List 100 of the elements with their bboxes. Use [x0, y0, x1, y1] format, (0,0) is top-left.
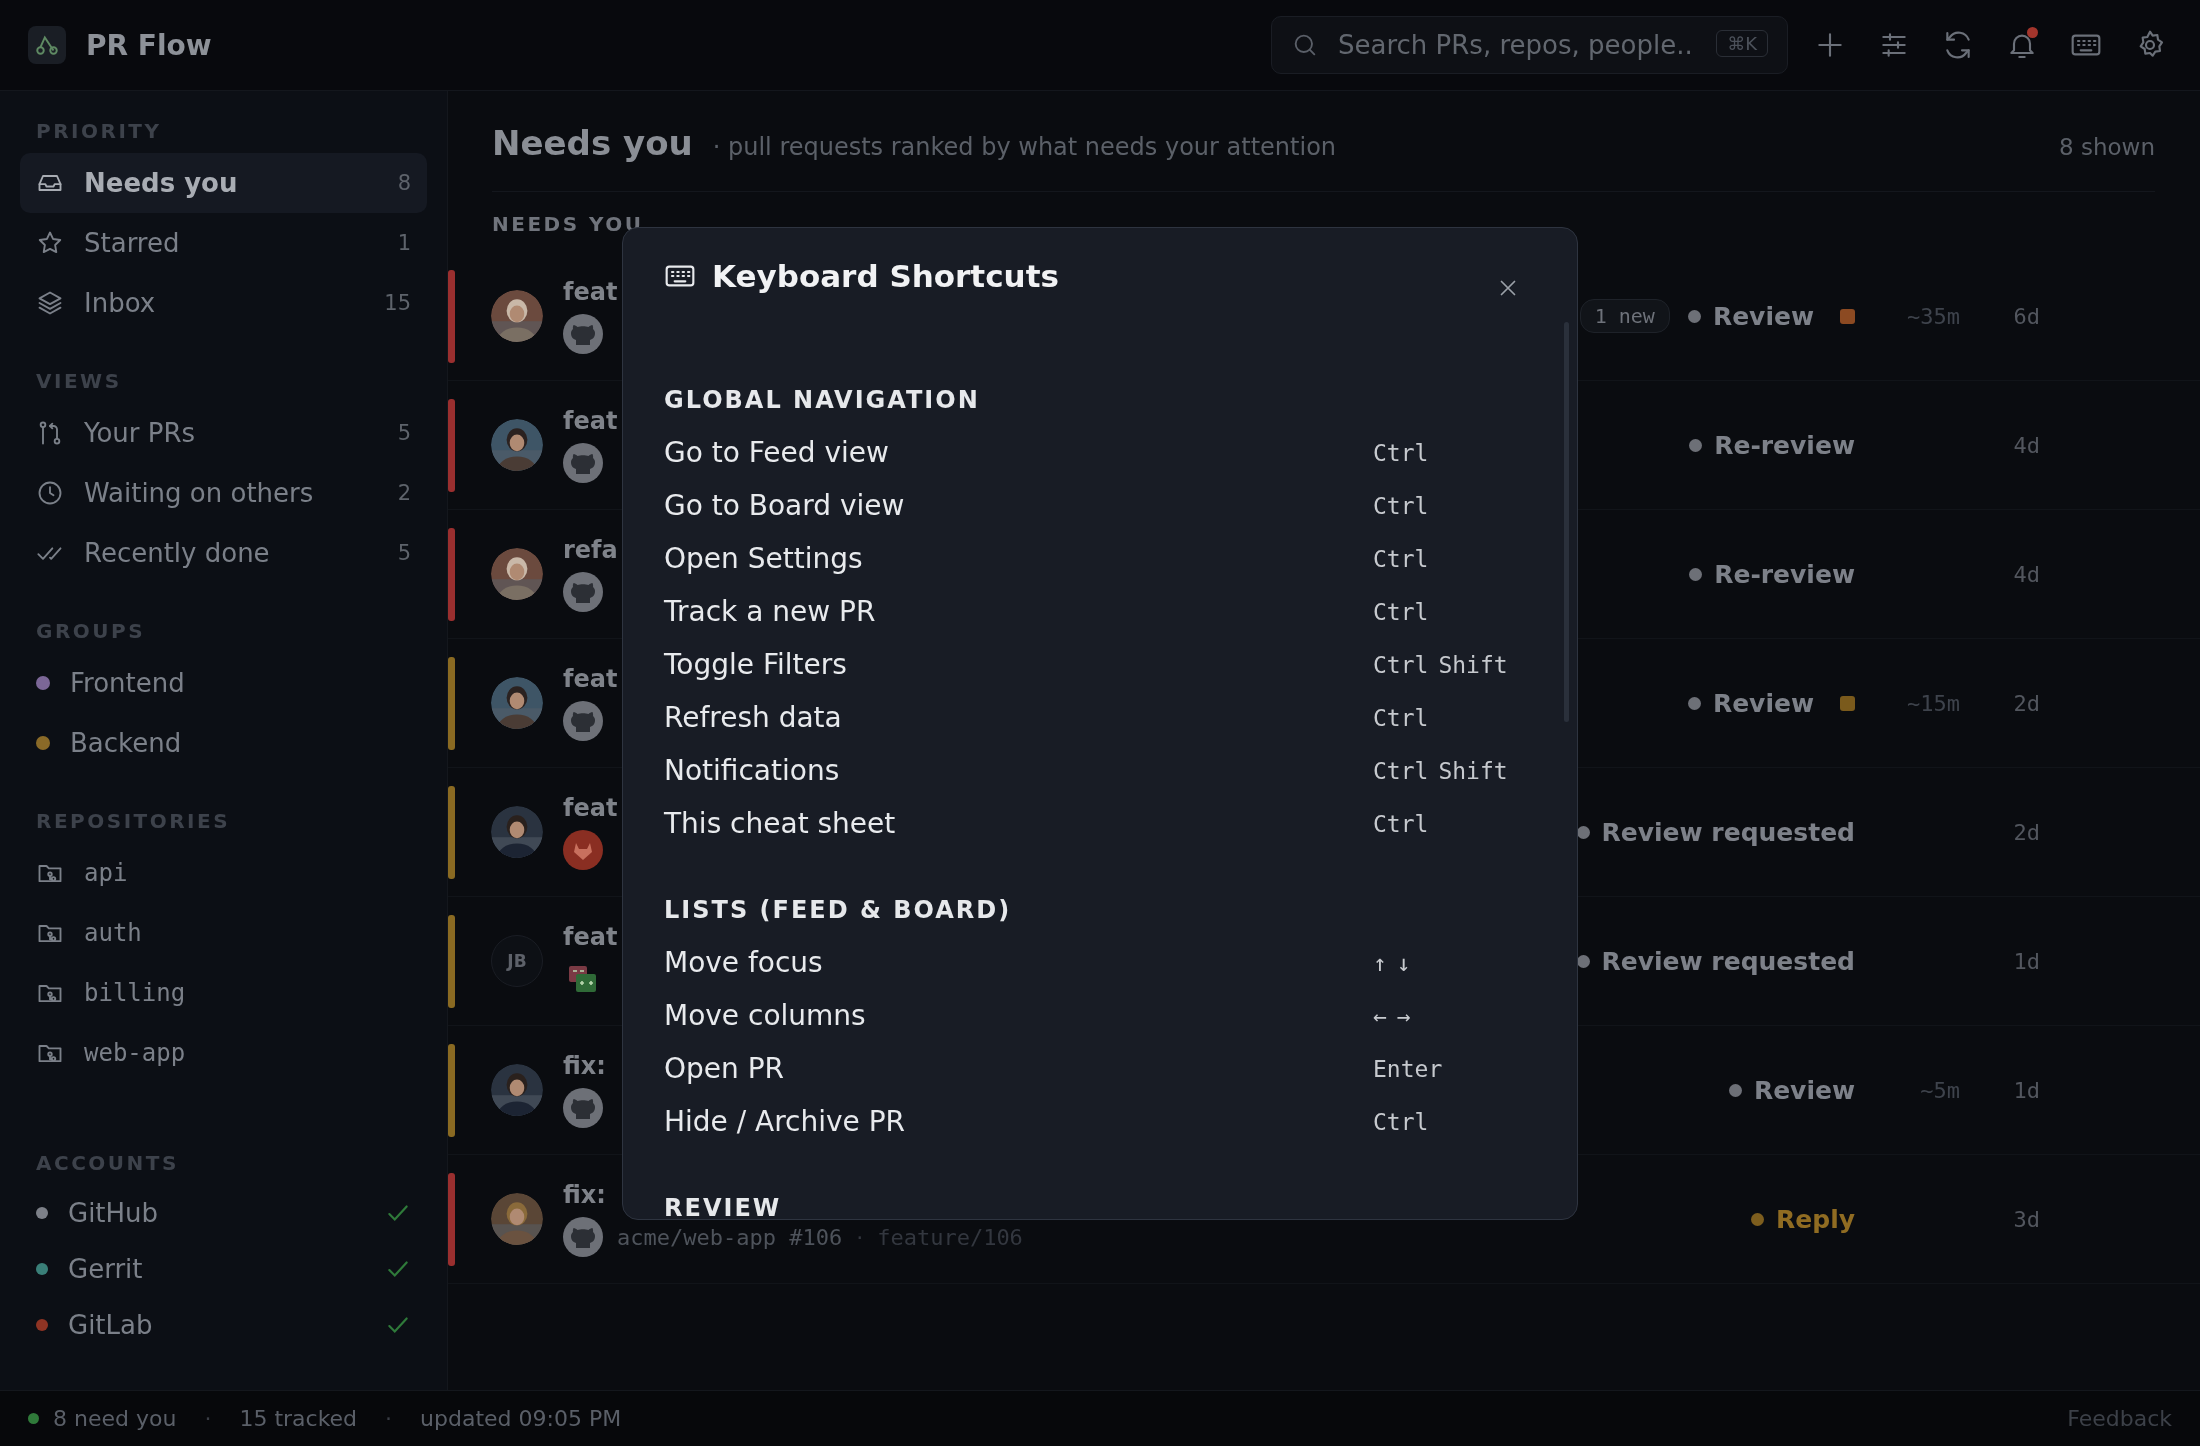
sidebar-item[interactable]: Recently done 5 — [20, 523, 427, 583]
pr-title[interactable]: feat — [563, 278, 618, 306]
item-count: 1 — [397, 231, 411, 255]
age: 4d — [2013, 561, 2040, 587]
status-label: Reply — [1776, 1204, 1855, 1234]
status-label: Review requested — [1601, 817, 1855, 847]
cat-icon — [563, 443, 603, 483]
item-count: 5 — [397, 421, 411, 445]
age: 1d — [2013, 948, 2040, 974]
age: 2d — [2013, 690, 2040, 716]
cat-icon — [563, 1217, 603, 1257]
fox-icon — [563, 830, 603, 870]
status-label: Review — [1712, 301, 1814, 331]
separator: · — [204, 1406, 212, 1431]
estimate: ~15m — [1907, 690, 1960, 716]
item-count: 2 — [397, 481, 411, 505]
status-label: Re-review — [1714, 430, 1855, 460]
logo-icon — [28, 26, 66, 64]
page-subtitle: · pull requests ranked by what needs your attention — [712, 133, 1337, 161]
sidebar-item[interactable]: Frontend — [20, 653, 427, 713]
key: ↑ — [1373, 949, 1387, 976]
cat-icon — [563, 1088, 603, 1128]
sidebar-item[interactable]: billing — [20, 963, 427, 1023]
sidebar-item[interactable]: auth — [20, 903, 427, 963]
updated-time: updated 09:05 PM — [420, 1406, 622, 1431]
cat-icon — [563, 572, 603, 612]
estimate: ~5m — [1920, 1077, 1960, 1103]
avatar: JB — [491, 935, 543, 987]
shortcut-label: Move columns — [664, 999, 867, 1032]
key: Ctrl — [1373, 598, 1429, 625]
shortcut-hint: ⌘K — [1716, 30, 1768, 57]
layers-icon — [36, 289, 64, 317]
clock-icon — [36, 479, 64, 507]
status-label: Review requested — [1601, 946, 1855, 976]
key: Ctrl — [1373, 651, 1429, 678]
key: Ctrl — [1373, 757, 1429, 784]
shortcut-label: Notifications — [664, 754, 841, 787]
age: 2d — [2013, 819, 2040, 845]
sidebar-item[interactable]: Gerrit — [20, 1241, 427, 1297]
shortcut-label: Open PR — [664, 1052, 786, 1085]
key: Ctrl — [1373, 439, 1429, 466]
separator: · — [856, 1224, 864, 1250]
key: Ctrl — [1373, 1108, 1429, 1135]
section-heading: GLOBAL NAVIGATION — [664, 386, 981, 414]
app-title: PR Flow — [86, 28, 212, 62]
status-label: Re-review — [1714, 559, 1855, 589]
tracked-count: 15 tracked — [239, 1406, 358, 1431]
age: 3d — [2013, 1206, 2040, 1232]
key: ↓ — [1396, 949, 1411, 976]
pr-title[interactable]: feat — [563, 794, 618, 822]
sidebar-item[interactable]: Inbox 15 — [20, 273, 427, 333]
cat-icon — [563, 701, 603, 741]
status-label: Review — [1712, 688, 1814, 718]
estimate: ~35m — [1907, 303, 1960, 329]
shortcut-label: Go to Board view — [664, 489, 906, 522]
age: 6d — [2013, 303, 2040, 329]
shown-count: 8 shown — [2059, 134, 2155, 160]
age: 4d — [2013, 432, 2040, 458]
repo-name: acme/web-app #106 — [617, 1224, 843, 1250]
separator: · — [385, 1406, 393, 1431]
page-title: Needs you — [492, 123, 693, 163]
section-heading: LISTS (FEED & BOARD) — [664, 896, 1013, 924]
shortcut-label: Hide / Archive PR — [664, 1105, 907, 1138]
pr-title[interactable]: refa — [563, 536, 618, 564]
status-label: Review — [1753, 1075, 1855, 1105]
key: Enter — [1373, 1055, 1443, 1082]
need-count: 8 need you — [53, 1406, 177, 1431]
shortcut-label: Refresh data — [664, 701, 843, 734]
sidebar-item[interactable]: GitLab — [20, 1297, 427, 1353]
item-count: 15 — [384, 291, 411, 315]
sidebar-item[interactable]: Starred 1 — [20, 213, 427, 273]
sidebar-item[interactable]: Your PRs 5 — [20, 403, 427, 463]
key: Ctrl — [1373, 704, 1429, 731]
key: Shift — [1438, 651, 1508, 678]
sidebar-item[interactable]: web-app — [20, 1023, 427, 1083]
dialog-title: Keyboard Shortcuts — [712, 258, 1059, 294]
shortcut-label: Go to Feed view — [664, 436, 890, 469]
sidebar-item[interactable]: Waiting on others 2 — [20, 463, 427, 523]
cat-icon — [563, 314, 603, 354]
key: Ctrl — [1373, 810, 1429, 837]
key: Ctrl — [1373, 492, 1429, 519]
section-heading: REVIEW — [664, 1194, 783, 1219]
sidebar-item[interactable]: api — [20, 843, 427, 903]
pr-title[interactable]: feat — [563, 923, 618, 951]
age: 1d — [2013, 1077, 2040, 1103]
key: Ctrl — [1373, 545, 1429, 572]
pr-title[interactable]: feat — [563, 407, 618, 435]
pr-title[interactable]: feat — [563, 665, 618, 693]
shortcut-label: Open Settings — [664, 542, 864, 575]
sidebar-item[interactable]: Needs you 8 — [20, 153, 427, 213]
key: ← — [1373, 1002, 1387, 1029]
sidebar-item[interactable]: Backend — [20, 713, 427, 773]
shortcut-label: Move focus — [664, 946, 824, 979]
item-count: 8 — [397, 171, 411, 195]
key: Shift — [1438, 757, 1508, 784]
pr-title[interactable]: fix: — [563, 1052, 606, 1080]
sidebar-item[interactable]: GitHub — [20, 1185, 427, 1241]
shortcut-label: Track a new PR — [664, 595, 877, 628]
shortcut-label: This cheat sheet — [664, 807, 897, 840]
new-badge: 1 new — [1579, 299, 1670, 333]
